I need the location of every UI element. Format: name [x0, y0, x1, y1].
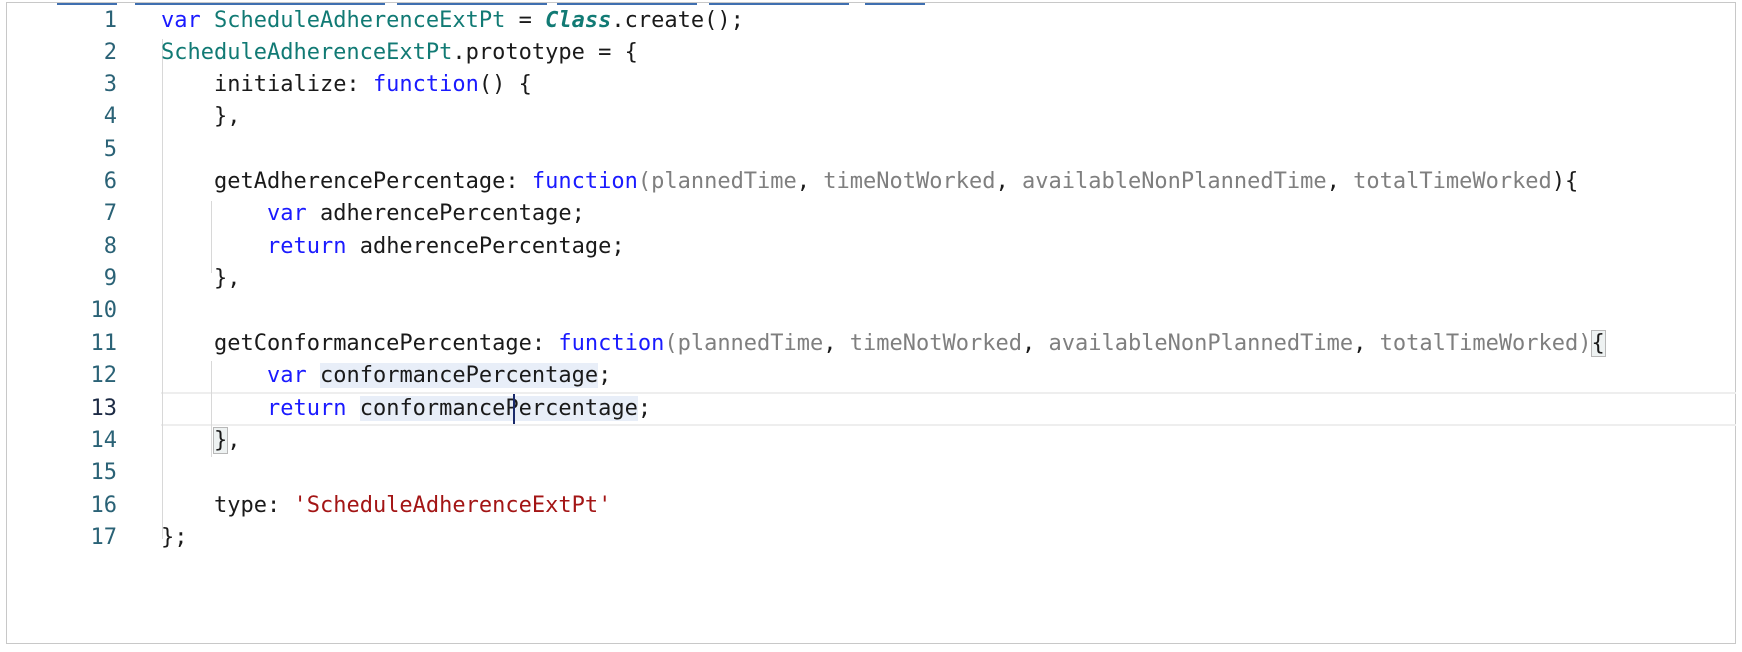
code-line-4: },: [161, 99, 241, 135]
paren: (: [637, 169, 652, 194]
code-text: ,: [227, 428, 241, 453]
class-identifier: Class: [545, 8, 612, 33]
code-text: ;: [598, 363, 612, 388]
line-number: 13: [90, 396, 118, 421]
line-number: 14: [90, 428, 118, 453]
code-line-16: type: 'ScheduleAdherenceExtPt': [161, 488, 611, 524]
parameter: timeNotWorked: [849, 331, 1022, 356]
code-text: .prototype = {: [452, 40, 638, 65]
code-text: ;: [637, 396, 652, 421]
property-key: getAdherencePercentage:: [213, 169, 532, 194]
parameter: plannedTime: [677, 331, 824, 356]
property-key: type:: [213, 493, 294, 518]
line-number: 2: [103, 40, 117, 65]
keyword: return: [266, 234, 347, 259]
identifier: ScheduleAdherenceExtPt: [161, 40, 453, 65]
line-number: 11: [90, 331, 118, 356]
highlighted-occurrence: conformancePercentage: [359, 396, 638, 421]
keyword: var: [161, 8, 201, 33]
keyword: function: [531, 169, 638, 194]
code-line-12: var conformancePercentage;: [161, 358, 611, 394]
line-number-gutter: 1 2 3 4 5 6 7 8 9 10 11 12 13 14 15 16 17: [7, 3, 127, 643]
line-number: 4: [103, 104, 117, 129]
code-line-14: },: [161, 423, 240, 459]
line-number: 17: [90, 525, 118, 550]
code-line-6: getAdherencePercentage: function(planned…: [161, 164, 1578, 200]
keyword: var: [266, 201, 307, 226]
code-text: ){: [1551, 169, 1579, 194]
code-line-11: getConformancePercentage: function(plann…: [161, 326, 1606, 362]
comma: ,: [995, 169, 1022, 194]
line-number: 16: [90, 493, 118, 518]
code-text: };: [161, 525, 188, 550]
parameter: totalTimeWorked: [1353, 169, 1552, 194]
line-number: 5: [103, 137, 117, 162]
line-number: 1: [103, 8, 117, 33]
code-text: adherencePercentage;: [346, 234, 625, 259]
keyword: function: [372, 72, 479, 97]
string-literal: 'ScheduleAdherenceExtPt': [293, 493, 612, 518]
comma: ,: [1353, 331, 1380, 356]
matched-brace-close: }: [212, 427, 229, 454]
code-line-2: ScheduleAdherenceExtPt.prototype = {: [161, 35, 638, 71]
parameter: availableNonPlannedTime: [1048, 331, 1354, 356]
line-number: 10: [90, 298, 118, 323]
line-number: 12: [90, 363, 118, 388]
code-line-7: var adherencePercentage;: [161, 196, 585, 232]
operator: =: [505, 8, 546, 33]
code-line-13[interactable]: return conformancePercentage;: [161, 391, 651, 427]
comma: ,: [796, 169, 824, 194]
code-line-17: };: [161, 520, 188, 556]
text-cursor: [513, 394, 515, 424]
line-number: 6: [103, 169, 117, 194]
code-text: adherencePercentage;: [306, 201, 585, 226]
line-number: 7: [103, 201, 117, 226]
parameter: availableNonPlannedTime: [1021, 169, 1327, 194]
code-area[interactable]: var ScheduleAdherenceExtPt = Class.creat…: [161, 3, 1731, 643]
line-number: 15: [90, 460, 118, 485]
code-text: () {: [478, 72, 532, 97]
identifier: ScheduleAdherenceExtPt: [214, 8, 506, 33]
parameter: totalTimeWorked: [1379, 331, 1579, 356]
code-text: },: [213, 104, 241, 129]
code-line-9: },: [161, 261, 241, 297]
code-editor[interactable]: 1 2 3 4 5 6 7 8 9 10 11 12 13 14 15 16 17 var ScheduleAd…: [6, 2, 1736, 644]
code-line-3: initialize: function() {: [161, 67, 532, 103]
comma: ,: [1326, 169, 1354, 194]
paren: ): [1578, 331, 1592, 356]
code-text: },: [213, 266, 241, 291]
keyword: return: [266, 396, 347, 421]
parameter: plannedTime: [651, 169, 797, 194]
matched-brace-open: {: [1590, 330, 1606, 357]
code-line-1: var ScheduleAdherenceExtPt = Class.creat…: [161, 3, 744, 39]
line-number: 3: [103, 72, 117, 97]
highlighted-occurrence: conformancePercentage: [319, 363, 599, 388]
keyword: function: [558, 331, 665, 356]
code-text: .create();: [611, 8, 744, 33]
paren: (: [664, 331, 678, 356]
property-key: initialize:: [213, 72, 373, 97]
comma: ,: [1021, 331, 1049, 356]
line-number: 9: [103, 266, 117, 291]
line-number: 8: [103, 234, 117, 259]
comma: ,: [823, 331, 850, 356]
keyword: var: [266, 363, 307, 388]
property-key: getConformancePercentage:: [213, 331, 559, 356]
parameter: timeNotWorked: [823, 169, 996, 194]
code-line-8: return adherencePercentage;: [161, 229, 625, 265]
